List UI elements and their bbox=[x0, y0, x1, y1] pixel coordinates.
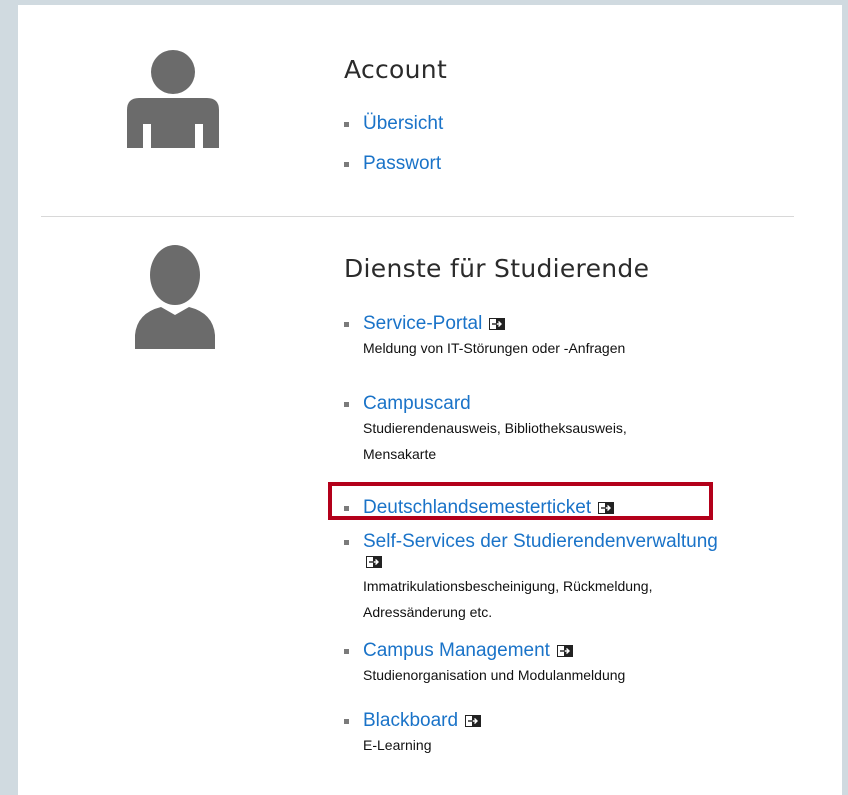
service-description: E-Learning bbox=[363, 737, 432, 753]
services-panel: Account Übersicht Passwort Dienste für S… bbox=[18, 5, 842, 795]
uebersicht-link[interactable]: Übersicht bbox=[363, 113, 443, 134]
account-link-item: Übersicht bbox=[344, 113, 443, 153]
service-link[interactable]: Blackboard bbox=[363, 710, 458, 731]
account-title: Account bbox=[344, 55, 448, 84]
service-link[interactable]: Self-Services der Studierendenverwaltung bbox=[363, 531, 718, 552]
service-description: Adressänderung etc. bbox=[363, 604, 493, 620]
account-link-item: Passwort bbox=[344, 153, 443, 193]
passwort-link[interactable]: Passwort bbox=[363, 153, 441, 174]
external-link-icon bbox=[489, 317, 506, 335]
account-link-list: Übersicht Passwort bbox=[344, 113, 443, 193]
external-link-icon bbox=[465, 714, 482, 732]
external-link-icon bbox=[366, 555, 718, 573]
service-link[interactable]: Service-Portal bbox=[363, 313, 482, 334]
service-description: Studienorganisation und Modulanmeldung bbox=[363, 667, 626, 683]
section-divider bbox=[41, 216, 794, 217]
service-item: Service-Portal Meldung von IT-Störungen o… bbox=[344, 313, 718, 393]
service-item: Self-Services der Studierendenverwaltung… bbox=[344, 531, 718, 640]
students-title: Dienste für Studierende bbox=[344, 254, 650, 283]
external-link-icon bbox=[556, 644, 573, 662]
service-link[interactable]: Campus Management bbox=[363, 640, 550, 661]
service-item: Blackboard E-Learning bbox=[344, 710, 718, 770]
highlight-box bbox=[328, 482, 713, 520]
service-description: Studierendenausweis, Bibliotheksausweis, bbox=[363, 420, 627, 436]
student-services-list: Service-Portal Meldung von IT-Störungen o… bbox=[344, 313, 718, 770]
service-item: Campus Management Studienorganisation und… bbox=[344, 640, 718, 710]
service-description: Immatrikulationsbescheinigung, Rückmeldu… bbox=[363, 578, 653, 594]
service-description: Meldung von IT-Störungen oder -Anfragen bbox=[363, 340, 626, 356]
student-user-icon bbox=[135, 245, 215, 349]
service-link[interactable]: Campuscard bbox=[363, 393, 471, 414]
account-user-icon bbox=[127, 50, 219, 148]
service-description: Mensakarte bbox=[363, 446, 437, 462]
